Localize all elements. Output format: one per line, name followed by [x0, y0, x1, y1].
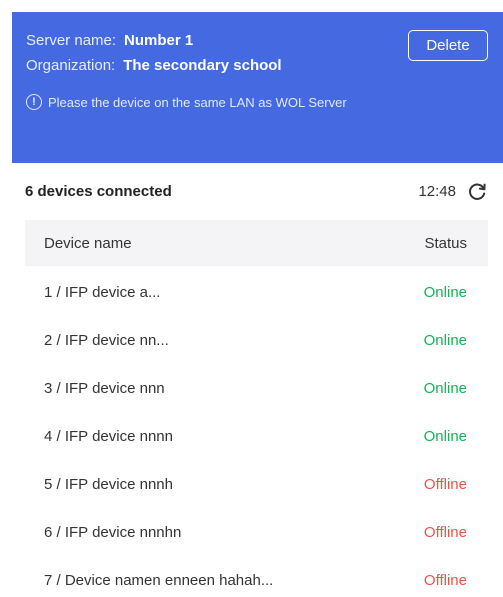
server-name-label: Server name: — [26, 32, 117, 49]
device-status: Offline — [423, 571, 467, 589]
device-row[interactable]: 7 / Device namen enneen hahah... Offline — [25, 556, 488, 597]
notice-text: Please the device on the same LAN as WOL… — [48, 94, 347, 110]
device-status: Online — [423, 331, 467, 349]
column-device-name: Device name — [44, 234, 132, 252]
device-name: 1 / IFP device a... — [44, 283, 161, 301]
device-row[interactable]: 6 / IFP device nnnhn Offline — [25, 508, 488, 556]
device-table-header: Device name Status — [25, 220, 488, 266]
column-status: Status — [424, 234, 467, 252]
refresh-icon[interactable] — [466, 181, 488, 203]
device-name: 2 / IFP device nn... — [44, 331, 169, 349]
server-name-row: Server name: Number 1 — [26, 32, 193, 49]
last-refresh-time: 12:48 — [418, 183, 456, 200]
device-row[interactable]: 1 / IFP device a... Online — [25, 268, 488, 316]
device-status: Online — [423, 283, 467, 301]
device-name: 6 / IFP device nnnhn — [44, 523, 182, 541]
device-row[interactable]: 4 / IFP device nnnn Online — [25, 412, 488, 460]
info-icon: ! — [26, 94, 42, 110]
device-status: Online — [423, 427, 467, 445]
device-row[interactable]: 3 / IFP device nnn Online — [25, 364, 488, 412]
device-row[interactable]: 5 / IFP device nnnh Offline — [25, 460, 488, 508]
device-status: Online — [423, 379, 467, 397]
device-list: 1 / IFP device a... Online 2 / IFP devic… — [25, 268, 488, 597]
server-name-value: Number 1 — [124, 32, 194, 49]
lan-notice: ! Please the device on the same LAN as W… — [26, 94, 347, 110]
devices-count: 6 devices connected — [25, 183, 172, 200]
server-header: Server name: Number 1 Organization: The se… — [12, 12, 503, 163]
device-name: 4 / IFP device nnnn — [44, 427, 173, 445]
organization-label: Organization: — [26, 57, 116, 74]
device-name: 7 / Device namen enneen hahah... — [44, 571, 274, 589]
device-name: 3 / IFP device nnn — [44, 379, 165, 397]
device-row[interactable]: 2 / IFP device nn... Online — [25, 316, 488, 364]
device-status: Offline — [423, 523, 467, 541]
organization-value: The secondary school — [123, 57, 282, 74]
delete-button[interactable]: Delete — [408, 30, 488, 61]
devices-summary: 6 devices connected 12:48 — [25, 181, 490, 205]
organization-row: Organization: The secondary school — [26, 57, 282, 74]
device-status: Offline — [423, 475, 467, 493]
device-name: 5 / IFP device nnnh — [44, 475, 173, 493]
